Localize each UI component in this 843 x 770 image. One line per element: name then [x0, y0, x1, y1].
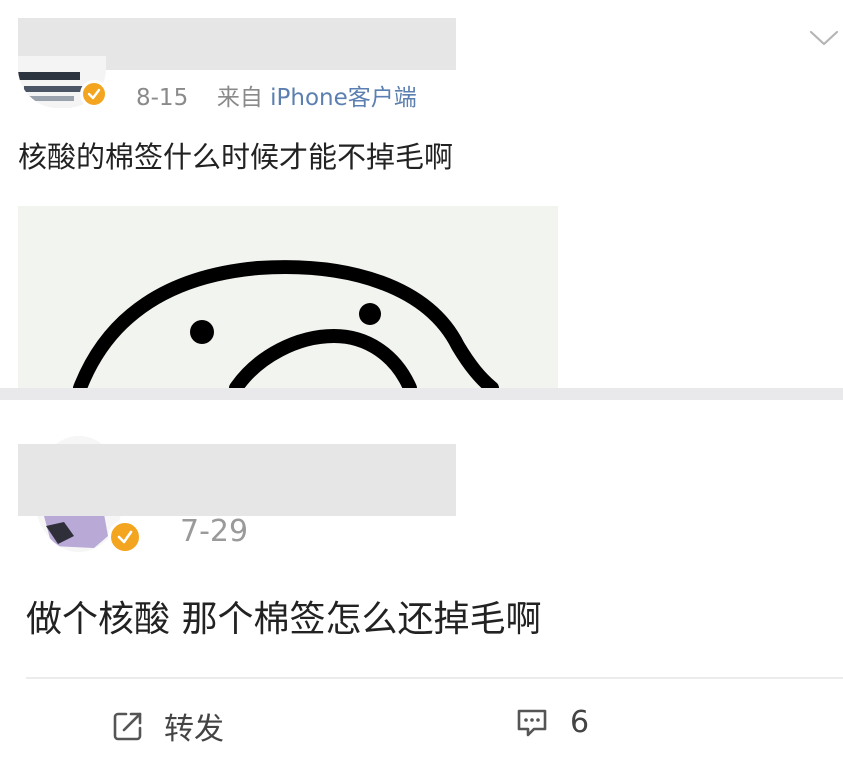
verified-badge-icon — [80, 80, 108, 108]
verified-badge-icon — [108, 520, 142, 554]
dropdown-chevron-icon[interactable] — [808, 28, 840, 48]
sticker-image[interactable] — [18, 206, 558, 388]
post-divider — [0, 388, 843, 400]
source-prefix: 来自 — [216, 85, 263, 111]
source-link[interactable]: iPhone客户端 — [270, 85, 417, 111]
comment-count: 6 — [570, 704, 590, 740]
redacted-username — [18, 444, 456, 516]
post-text: 做个核酸 那个棉签怎么还掉毛啊 — [26, 599, 542, 640]
comment-button[interactable]: 6 — [514, 704, 589, 740]
post-meta: 8-15 来自 iPhone客户端 — [136, 78, 417, 112]
action-divider — [26, 677, 843, 679]
comment-icon — [514, 704, 550, 740]
repost-label: 转发 — [164, 712, 224, 747]
post-text: 核酸的棉签什么时候才能不掉毛啊 — [18, 140, 454, 174]
repost-icon — [110, 708, 146, 744]
post-time: 7-29 — [180, 514, 249, 549]
post-time: 8-15 — [136, 85, 189, 111]
repost-button[interactable]: 转发 — [110, 704, 224, 748]
